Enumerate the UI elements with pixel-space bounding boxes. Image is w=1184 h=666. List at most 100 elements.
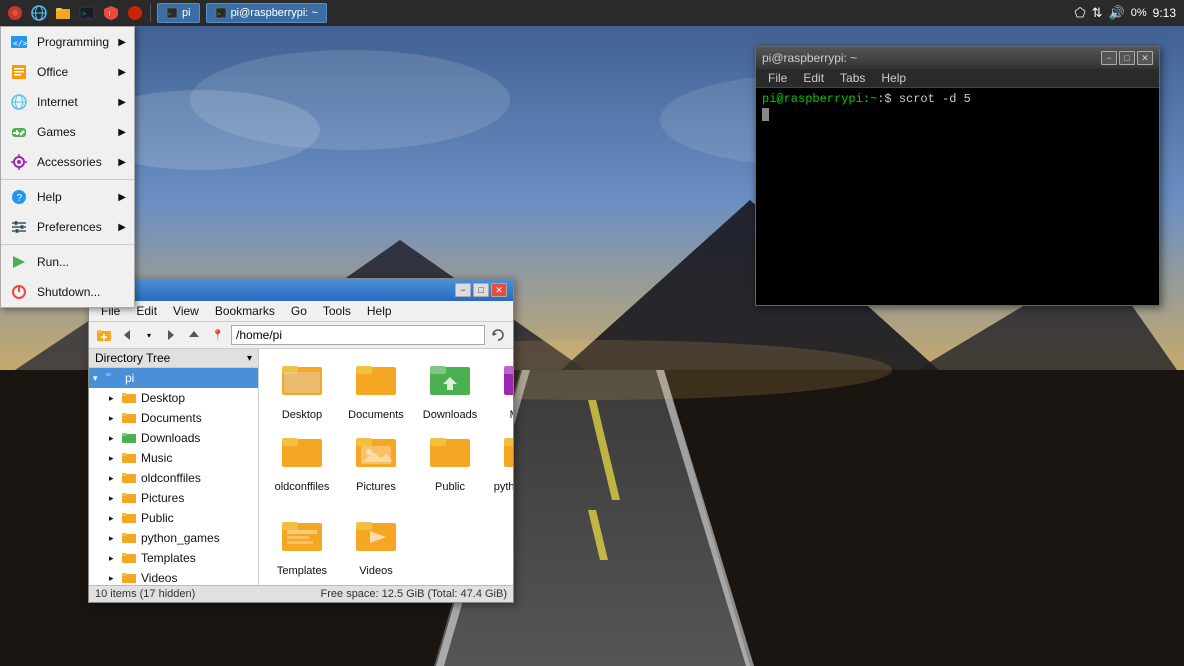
network-icon: ⇅ [1092, 5, 1103, 21]
terminal-menu-edit[interactable]: Edit [795, 70, 832, 86]
menu-go[interactable]: Go [283, 302, 315, 320]
taskbar: >_ ! >_ pi [0, 0, 1184, 26]
tree-item-desktop[interactable]: ▸ Desktop [89, 388, 258, 408]
raspberry-menu-button[interactable] [4, 2, 26, 24]
file-item-downloads[interactable]: Downloads [415, 357, 485, 425]
file-item-pictures[interactable]: Pictures [341, 429, 411, 509]
menu-item-programming[interactable]: </> Programming ▶ [1, 27, 134, 57]
desktop: >_ ! >_ pi [0, 0, 1184, 666]
file-item-documents[interactable]: Documents [341, 357, 411, 425]
templates-folder-icon [121, 550, 137, 566]
file-item-desktop[interactable]: Desktop [267, 357, 337, 425]
menu-divider-2 [1, 244, 134, 245]
file-item-oldconffiles[interactable]: oldconffiles [267, 429, 337, 509]
menu-help[interactable]: Help [359, 302, 400, 320]
terminal-menubar: File Edit Tabs Help [756, 69, 1159, 88]
terminal-body[interactable]: pi@raspberrypi:~:$ scrot -d 5 [756, 88, 1159, 305]
globe-taskbar-icon[interactable] [28, 2, 50, 24]
menu-item-preferences[interactable]: Preferences ▶ [1, 212, 134, 242]
menu-item-internet[interactable]: Internet ▶ [1, 87, 134, 117]
minimize-button[interactable]: − [455, 283, 471, 297]
oldconffiles-icon [278, 433, 326, 481]
files-taskbar-icon[interactable] [52, 2, 74, 24]
menu-item-shutdown[interactable]: Shutdown... [1, 277, 134, 307]
address-bar[interactable]: /home/pi [231, 325, 485, 345]
file-item-templates[interactable]: Templates [267, 513, 337, 581]
menu-item-games[interactable]: Games ▶ [1, 117, 134, 147]
toolbar-location[interactable]: 📍 [207, 324, 229, 346]
python-games-icon [500, 433, 513, 481]
file-manager-controls: − □ ✕ [455, 283, 507, 297]
tree-item-music[interactable]: ▸ Music [89, 448, 258, 468]
file-item-music[interactable]: ♪ Music [489, 357, 513, 425]
file-manager-statusbar: 10 items (17 hidden) Free space: 12.5 Gi… [89, 585, 513, 602]
desktop-icon [278, 361, 326, 409]
tree-item-public[interactable]: ▸ Public [89, 508, 258, 528]
music-folder-icon [121, 450, 137, 466]
taskbar-left: >_ ! >_ pi [0, 2, 333, 24]
terminal-minimize[interactable]: − [1101, 51, 1117, 65]
documents-icon [352, 361, 400, 409]
menu-item-accessories[interactable]: Accessories ▶ [1, 147, 134, 177]
tree-item-downloads[interactable]: ▸ Downloads [89, 428, 258, 448]
file-item-videos[interactable]: Videos [341, 513, 411, 581]
menu-item-help[interactable]: ? Help ▶ [1, 182, 134, 212]
svg-text:?: ? [17, 193, 23, 204]
file-item-python-games[interactable]: python_games [489, 429, 513, 509]
help-icon: ? [9, 187, 29, 207]
desktop-folder-icon [121, 390, 137, 406]
terminal-menu-help[interactable]: Help [873, 70, 914, 86]
terminal-title: pi@raspberrypi: ~ [762, 51, 857, 65]
menu-item-office[interactable]: Office ▶ [1, 57, 134, 87]
taskbar-window-terminal[interactable]: >_ pi@raspberrypi: ~ [206, 3, 327, 23]
tree-item-python-games[interactable]: ▸ python_games [89, 528, 258, 548]
toolbar-forward[interactable] [159, 324, 181, 346]
clock: 9:13 [1153, 6, 1176, 20]
close-button[interactable]: ✕ [491, 283, 507, 297]
statusbar-items: 10 items (17 hidden) [95, 588, 195, 600]
toolbar-reload[interactable] [487, 324, 509, 346]
maximize-button[interactable]: □ [473, 283, 489, 297]
menu-divider-1 [1, 179, 134, 180]
terminal-menu-file[interactable]: File [760, 70, 795, 86]
toolbar-up[interactable] [183, 324, 205, 346]
svg-text:>_: >_ [82, 10, 91, 18]
pictures-icon [352, 433, 400, 481]
terminal-maximize[interactable]: □ [1119, 51, 1135, 65]
red-circle-taskbar-icon[interactable] [124, 2, 146, 24]
terminal-menu-tabs[interactable]: Tabs [832, 70, 873, 86]
tree-item-pi[interactable]: ▾ pi [89, 368, 258, 388]
toolbar-new-folder[interactable] [93, 324, 115, 346]
tree-header: Directory Tree ▾ [89, 349, 258, 368]
toolbar-back-dropdown[interactable]: ▾ [141, 324, 157, 346]
tree-collapse-icon[interactable]: ▾ [247, 353, 252, 364]
file-item-public[interactable]: Public [415, 429, 485, 509]
public-icon [426, 433, 474, 481]
accessories-icon [9, 152, 29, 172]
tree-item-templates[interactable]: ▸ Templates [89, 548, 258, 568]
toolbar-back[interactable] [117, 324, 139, 346]
menu-bookmarks[interactable]: Bookmarks [207, 302, 283, 320]
pi-folder-icon [105, 370, 121, 386]
menu-tools[interactable]: Tools [315, 302, 359, 320]
taskbar-window-pi[interactable]: >_ pi [157, 3, 200, 23]
file-manager-menubar: File Edit View Bookmarks Go Tools Help [89, 301, 513, 322]
tree-item-oldconffiles[interactable]: ▸ oldconffiles [89, 468, 258, 488]
menu-item-run[interactable]: Run... [1, 247, 134, 277]
svg-text:!: ! [109, 11, 111, 18]
pictures-folder-icon [121, 490, 137, 506]
run-icon [9, 252, 29, 272]
music-icon: ♪ [500, 361, 513, 409]
shield-taskbar-icon[interactable]: ! [100, 2, 122, 24]
tree-item-pictures[interactable]: ▸ Pictures [89, 488, 258, 508]
terminal-controls: − □ ✕ [1101, 51, 1153, 65]
tree-item-videos[interactable]: ▸ Videos [89, 568, 258, 585]
tree-item-documents[interactable]: ▸ Documents [89, 408, 258, 428]
terminal-cursor-line [762, 108, 1153, 125]
volume-icon: 🔊 [1109, 5, 1125, 21]
terminal-taskbar-icon[interactable]: >_ [76, 2, 98, 24]
downloads-folder-icon [121, 430, 137, 446]
menu-view[interactable]: View [165, 302, 207, 320]
terminal-close[interactable]: ✕ [1137, 51, 1153, 65]
downloads-icon [426, 361, 474, 409]
